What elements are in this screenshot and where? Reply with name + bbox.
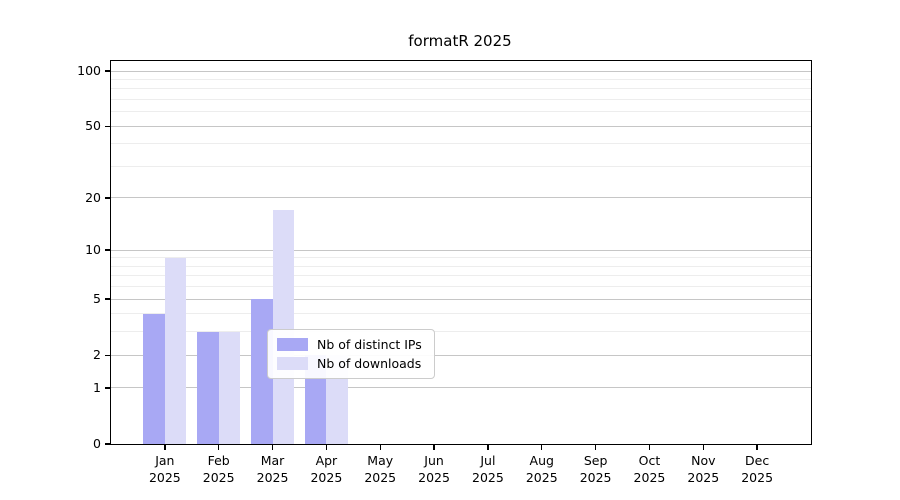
legend-item-downloads: Nb of downloads — [277, 355, 422, 372]
y-tick-mark — [105, 197, 111, 198]
gridline-minor — [111, 79, 811, 80]
gridline-minor — [111, 166, 811, 167]
gridline-minor — [111, 257, 811, 258]
x-tick-label: Jan2025 — [137, 452, 193, 486]
y-tick-label: 0 — [53, 436, 101, 452]
y-tick-label: 1 — [53, 380, 101, 396]
gridline-minor — [111, 88, 811, 89]
x-tick-label: Feb2025 — [191, 452, 247, 486]
x-tick-label: Jul2025 — [460, 452, 516, 486]
x-tick-label: Mar2025 — [245, 452, 301, 486]
x-tick-label: Jun2025 — [406, 452, 462, 486]
y-tick-mark — [105, 70, 111, 71]
gridline-minor — [111, 266, 811, 267]
gridline-major — [111, 299, 811, 300]
x-tick-mark — [164, 444, 165, 450]
x-tick-mark — [326, 444, 327, 450]
x-tick-mark — [756, 444, 757, 450]
y-tick-mark — [105, 249, 111, 250]
figure: formatR 2025 0125102050100Jan2025Feb2025… — [0, 0, 900, 500]
legend-label-distinct-ips: Nb of distinct IPs — [317, 337, 422, 352]
legend-swatch-distinct-ips — [277, 338, 308, 351]
x-tick-mark — [218, 444, 219, 450]
gridline-minor — [111, 99, 811, 100]
legend-item-distinct-ips: Nb of distinct IPs — [277, 336, 422, 353]
y-tick-label: 10 — [53, 242, 101, 258]
x-tick-mark — [649, 444, 650, 450]
gridline-minor — [111, 286, 811, 287]
gridline-major — [111, 250, 811, 251]
bar-downloads — [219, 332, 241, 444]
y-tick-label: 20 — [53, 190, 101, 206]
x-tick-label: Dec2025 — [729, 452, 785, 486]
gridline-major — [111, 71, 811, 72]
x-tick-label: May2025 — [352, 452, 408, 486]
bar-downloads — [165, 258, 187, 444]
x-tick-mark — [433, 444, 434, 450]
gridline-minor — [111, 111, 811, 112]
gridline-minor — [111, 313, 811, 314]
chart-title: formatR 2025 — [110, 32, 810, 50]
x-tick-mark — [272, 444, 273, 450]
y-tick-mark — [105, 355, 111, 356]
x-tick-label: Nov2025 — [675, 452, 731, 486]
gridline-minor — [111, 143, 811, 144]
y-tick-mark — [105, 387, 111, 388]
legend-label-downloads: Nb of downloads — [317, 356, 421, 371]
x-tick-mark — [541, 444, 542, 450]
x-tick-label: Apr2025 — [298, 452, 354, 486]
legend-swatch-downloads — [277, 357, 308, 370]
gridline-major — [111, 126, 811, 127]
y-tick-mark — [105, 126, 111, 127]
y-tick-mark — [105, 443, 111, 444]
plot-area: 0125102050100Jan2025Feb2025Mar2025Apr202… — [110, 60, 812, 445]
x-tick-label: Oct2025 — [621, 452, 677, 486]
y-tick-label: 2 — [53, 347, 101, 363]
gridline-minor — [111, 275, 811, 276]
y-tick-label: 5 — [53, 291, 101, 307]
y-tick-mark — [105, 298, 111, 299]
bar-distinct-ips — [143, 314, 165, 444]
x-tick-mark — [703, 444, 704, 450]
x-tick-mark — [487, 444, 488, 450]
x-tick-label: Sep2025 — [568, 452, 624, 486]
bar-downloads — [273, 210, 295, 444]
y-tick-label: 100 — [53, 63, 101, 79]
y-tick-label: 50 — [53, 118, 101, 134]
x-tick-mark — [595, 444, 596, 450]
bar-distinct-ips — [197, 332, 219, 444]
x-tick-label: Aug2025 — [514, 452, 570, 486]
x-tick-mark — [380, 444, 381, 450]
legend: Nb of distinct IPs Nb of downloads — [267, 329, 435, 379]
gridline-major — [111, 197, 811, 198]
